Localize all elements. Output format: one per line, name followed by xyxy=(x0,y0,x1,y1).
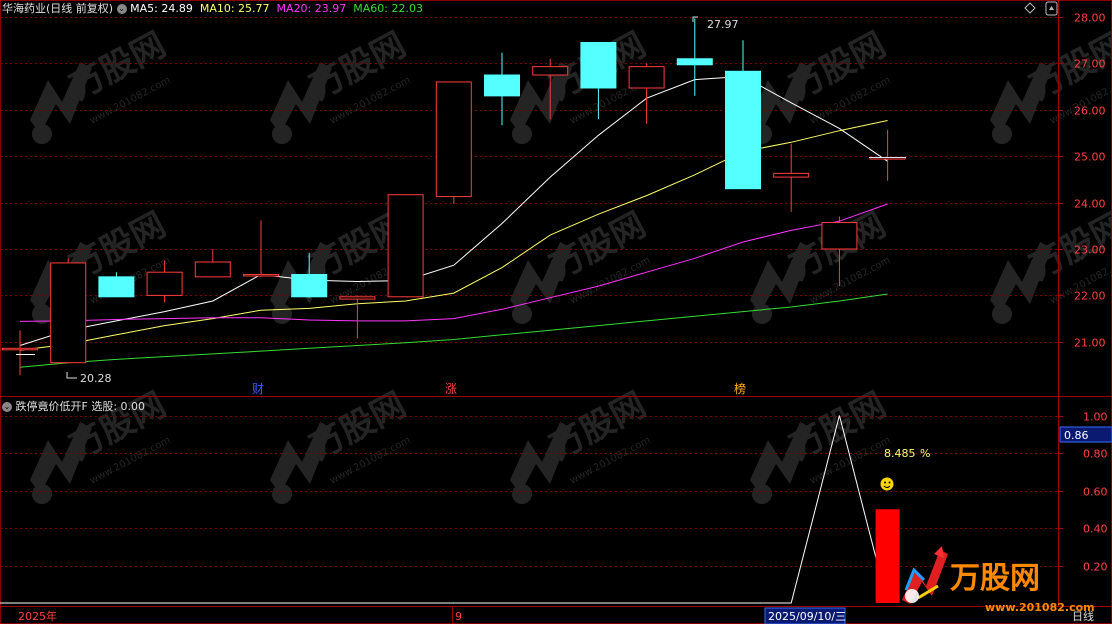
candle[interactable] xyxy=(580,42,617,120)
candle-body-down xyxy=(725,70,761,190)
indicator-bar xyxy=(875,509,900,603)
candle[interactable] xyxy=(725,40,761,190)
candle-body-down xyxy=(484,74,520,97)
indicator-value-text: 0.86 xyxy=(1064,429,1089,442)
outer-frame xyxy=(0,0,1112,624)
candle[interactable] xyxy=(532,58,569,120)
event-marker-limit-up[interactable]: 涨 xyxy=(445,381,457,396)
price-tick-label: 28.00 xyxy=(1074,12,1106,25)
indicator-tick-label: 0.40 xyxy=(1083,523,1108,536)
indicator-tick-label: 0.60 xyxy=(1083,486,1108,499)
up-arrow-icon xyxy=(1049,6,1054,10)
candle[interactable] xyxy=(339,295,376,339)
candle-body-up xyxy=(773,172,810,178)
ma5-label: MA5: xyxy=(130,2,158,15)
candle-body-up xyxy=(821,222,858,250)
candle[interactable] xyxy=(435,81,472,204)
candle-body-up xyxy=(532,66,569,76)
ma10-label: MA10: xyxy=(199,2,235,15)
candle-body-up xyxy=(628,66,665,89)
price-tick-label: 27.00 xyxy=(1074,58,1106,71)
time-start-label: 2025年 xyxy=(18,609,57,623)
time-month-label: 9 xyxy=(455,610,462,623)
sub-header: ⌄ 跌停竟价低开F 选股: 0.00 xyxy=(2,398,146,413)
brand-logo-text: 万股网 xyxy=(950,561,1040,596)
indicator-tick-label: 1.00 xyxy=(1083,411,1108,424)
high-price-label: 27.97 xyxy=(707,18,739,31)
cursor-date-label: 2025/09/10/三 xyxy=(768,610,846,623)
candle[interactable] xyxy=(291,252,328,298)
candle-body-up xyxy=(387,194,424,298)
candle-body-down xyxy=(291,274,328,298)
price-axis-ticks: 28.00 27.00 26.00 25.00 24.00 23.00 22.00 21.00 xyxy=(1058,12,1106,350)
percent-value: 8.485 xyxy=(884,447,916,460)
ma20-label: MA20: xyxy=(276,2,312,15)
event-marker-billboard[interactable]: 榜 xyxy=(734,381,746,396)
percent-unit: % xyxy=(920,447,930,460)
kline-chart[interactable]: 28.00 27.00 26.00 25.00 24.00 23.00 22.00 21.00… xyxy=(0,0,1112,624)
candle[interactable] xyxy=(821,216,858,287)
main-header: 华海药业(日线 前复权) ⌄ MA5: 24.89 MA10: 25.77 MA… xyxy=(2,0,423,15)
indicator-tick-label: 0.20 xyxy=(1083,561,1108,574)
price-tick-label: 26.00 xyxy=(1074,105,1106,118)
candle[interactable] xyxy=(98,272,135,298)
event-marker-finance[interactable]: 财 xyxy=(252,382,264,396)
low-price-label: 20.28 xyxy=(80,372,112,385)
candle-body-down xyxy=(580,42,617,89)
ma60-line xyxy=(19,293,888,368)
price-tick-label: 24.00 xyxy=(1074,198,1106,211)
ma20-line xyxy=(19,203,888,322)
low-price-pointer xyxy=(66,372,77,379)
chevron-down-icon[interactable]: ⌄ xyxy=(116,4,127,14)
stock-name[interactable]: 华海药业 xyxy=(2,2,46,15)
indicator-line xyxy=(0,415,889,604)
candle[interactable] xyxy=(869,129,906,181)
period-label-header[interactable]: (日线 前复权) xyxy=(46,2,113,15)
price-tick-label: 23.00 xyxy=(1074,244,1106,257)
candlesticks[interactable] xyxy=(2,18,906,376)
candle[interactable] xyxy=(2,330,38,376)
candle-body-down xyxy=(98,276,135,298)
candle-body-down xyxy=(676,58,713,66)
candle[interactable] xyxy=(773,143,810,212)
ma10-value: 25.77 xyxy=(238,2,270,15)
ma5-value: 24.89 xyxy=(161,2,193,15)
candle-body-up xyxy=(339,296,376,300)
select-label: 选股: xyxy=(91,400,118,413)
price-tick-label: 22.00 xyxy=(1074,290,1106,303)
price-tick-label: 21.00 xyxy=(1074,337,1106,350)
candle-body-up xyxy=(2,347,38,351)
chevron-down-icon[interactable]: ⌄ xyxy=(2,402,12,412)
candle[interactable] xyxy=(387,194,424,298)
ma20-value: 23.97 xyxy=(314,2,347,15)
candle[interactable] xyxy=(484,52,520,126)
candle-body-up xyxy=(435,81,472,198)
ma60-label: MA60: xyxy=(353,2,388,15)
price-tick-label: 25.00 xyxy=(1074,151,1106,164)
candle[interactable] xyxy=(194,249,231,278)
ma60-value: 22.03 xyxy=(391,2,423,15)
candle[interactable] xyxy=(146,260,183,303)
brand-logo: 万股网 www.201082.com xyxy=(902,546,1095,614)
indicator-plot xyxy=(0,415,900,604)
candle[interactable] xyxy=(243,220,279,277)
candle-body-up xyxy=(146,271,183,296)
indicator-tick-label: 0.80 xyxy=(1083,448,1108,461)
candle[interactable] xyxy=(50,258,87,364)
select-value: 0.00 xyxy=(120,400,146,413)
smiley-icon xyxy=(880,477,894,491)
brand-logo-url: www.201082.com xyxy=(985,601,1095,614)
candle-body-up xyxy=(194,261,231,278)
candle-body-up xyxy=(50,262,87,364)
candle-body-up xyxy=(243,274,279,277)
diamond-icon[interactable] xyxy=(1024,2,1036,14)
indicator-name[interactable]: 跌停竟价低开F xyxy=(16,400,88,413)
